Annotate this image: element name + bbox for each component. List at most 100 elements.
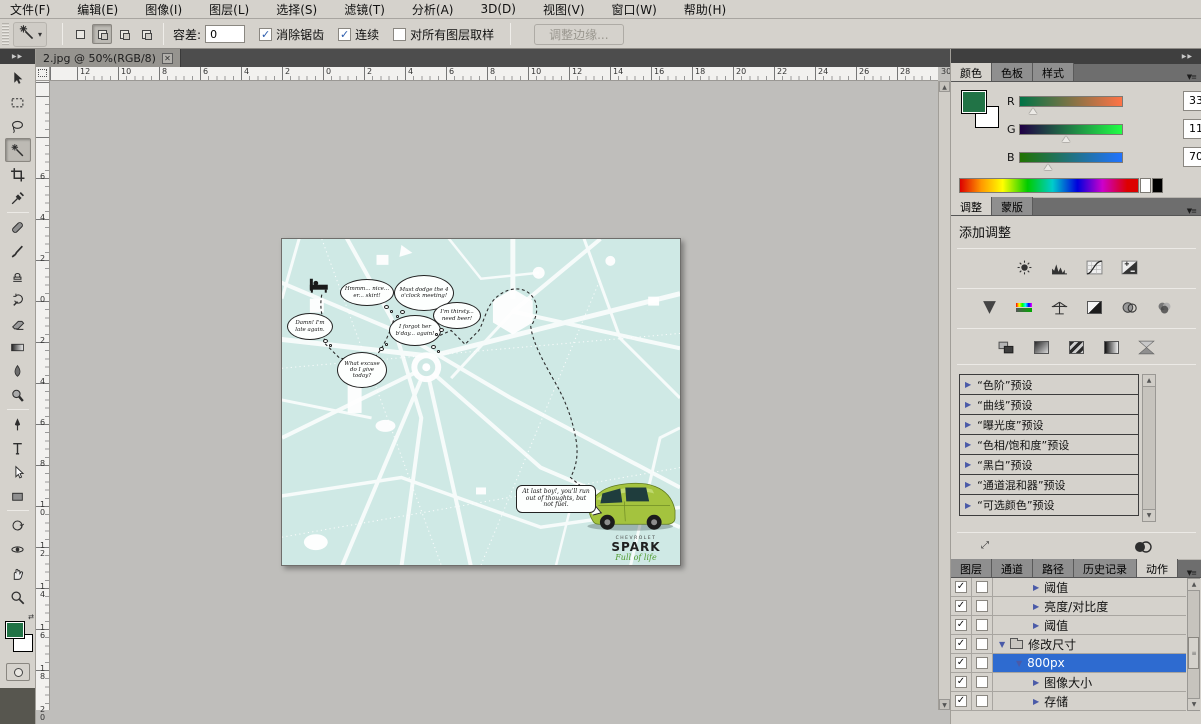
gradient-tool[interactable] bbox=[5, 335, 31, 359]
refine-edge-button[interactable]: 调整边缘... bbox=[534, 24, 623, 45]
dialog-toggle-cell[interactable] bbox=[972, 635, 993, 653]
scroll-up-icon[interactable]: ▲ bbox=[1143, 375, 1155, 387]
dock-collapse-header[interactable]: ▶▶ bbox=[951, 49, 1201, 64]
zoom-tool[interactable] bbox=[5, 585, 31, 609]
eyedropper-tool[interactable] bbox=[5, 186, 31, 210]
rotate-3d-tool[interactable] bbox=[5, 513, 31, 537]
scroll-up-icon[interactable]: ▲ bbox=[1188, 579, 1200, 591]
expand-panel-icon[interactable]: ⤢ bbox=[981, 540, 989, 551]
action-row-4[interactable]: ✓▼800px bbox=[951, 654, 1186, 673]
expand-triangle-icon[interactable]: ▶ bbox=[965, 420, 971, 429]
g-slider[interactable] bbox=[1019, 124, 1123, 135]
dialog-toggle-cell[interactable] bbox=[972, 673, 993, 691]
foreground-color-swatch[interactable] bbox=[961, 90, 987, 114]
add-to-selection-button[interactable] bbox=[92, 24, 112, 44]
toggle-item-cell[interactable]: ✓ bbox=[951, 597, 972, 615]
color-balance-adjustment-button[interactable] bbox=[1045, 296, 1073, 318]
collapse-triangle-icon[interactable]: ▼ bbox=[1016, 659, 1022, 668]
brush-tool[interactable] bbox=[5, 239, 31, 263]
action-row-1[interactable]: ✓ ▶亮度/对比度 bbox=[951, 597, 1186, 616]
options-bar-grip[interactable] bbox=[2, 23, 9, 45]
subtract-from-selection-button[interactable] bbox=[114, 24, 134, 44]
quick-mask-button[interactable] bbox=[6, 663, 30, 681]
dialog-check-empty[interactable] bbox=[976, 676, 988, 688]
type-tool[interactable] bbox=[5, 436, 31, 460]
eraser-tool[interactable] bbox=[5, 311, 31, 335]
expand-triangle-icon[interactable]: ▶ bbox=[1033, 602, 1039, 611]
posterize-adjustment-button[interactable] bbox=[1028, 336, 1056, 358]
action-row-0[interactable]: ✓ ▶阈值 bbox=[951, 578, 1186, 597]
dialog-check-empty[interactable] bbox=[976, 619, 988, 631]
action-row-body[interactable]: ▶亮度/对比度 bbox=[993, 597, 1186, 615]
invert-adjustment-button[interactable] bbox=[993, 336, 1021, 358]
intersect-with-selection-button[interactable] bbox=[136, 24, 156, 44]
expand-triangle-icon[interactable]: ▶ bbox=[965, 400, 971, 409]
menu-item-1[interactable]: 编辑(E) bbox=[77, 1, 118, 18]
action-row-2[interactable]: ✓ ▶阈值 bbox=[951, 616, 1186, 635]
clone-stamp-tool[interactable] bbox=[5, 263, 31, 287]
toggle-item-cell[interactable]: ✓ bbox=[951, 673, 972, 691]
action-row-body[interactable]: ▶阈值 bbox=[993, 616, 1186, 634]
actions-scrollbar[interactable]: ▲ ≡ ▼ bbox=[1187, 578, 1200, 711]
panel-menu-icon[interactable]: ▼≡ bbox=[1187, 70, 1201, 81]
blur-tool[interactable] bbox=[5, 359, 31, 383]
preset-row-5[interactable]: ▶“通道混和器”预设 bbox=[960, 475, 1138, 495]
action-row-body[interactable]: ▶存储 bbox=[993, 692, 1186, 710]
scrollbar-thumb[interactable]: ≡ bbox=[1188, 637, 1199, 669]
bottom-tab-动作[interactable]: 动作 bbox=[1137, 559, 1178, 577]
bottom-tab-通道[interactable]: 通道 bbox=[992, 559, 1033, 577]
document-tab[interactable]: 2.jpg @ 50%(RGB/8) ✕ bbox=[36, 49, 181, 67]
panel-menu-icon[interactable]: ▼≡ bbox=[1187, 566, 1201, 577]
adjust-tab-蒙版[interactable]: 蒙版 bbox=[992, 197, 1033, 215]
expand-triangle-icon[interactable]: ▶ bbox=[965, 380, 971, 389]
rect-marquee-tool[interactable] bbox=[5, 90, 31, 114]
levels-adjustment-button[interactable] bbox=[1045, 256, 1073, 278]
b-value-input[interactable]: 70 bbox=[1183, 147, 1201, 167]
menu-item-10[interactable]: 帮助(H) bbox=[684, 1, 726, 18]
action-row-body[interactable]: ▶阈值 bbox=[993, 578, 1186, 596]
scroll-down-icon[interactable]: ▼ bbox=[939, 699, 950, 710]
action-row-body[interactable]: ▶图像大小 bbox=[993, 673, 1186, 691]
foreground-color-swatch[interactable] bbox=[5, 621, 25, 639]
scroll-down-icon[interactable]: ▼ bbox=[1143, 509, 1155, 521]
hand-tool[interactable] bbox=[5, 561, 31, 585]
menu-item-9[interactable]: 窗口(W) bbox=[612, 1, 657, 18]
clip-to-layer-icon[interactable] bbox=[1134, 538, 1152, 557]
bottom-tab-路径[interactable]: 路径 bbox=[1033, 559, 1074, 577]
dialog-toggle-cell[interactable] bbox=[972, 597, 993, 615]
brightness-contrast-adjustment-button[interactable] bbox=[1010, 256, 1038, 278]
shape-tool[interactable] bbox=[5, 484, 31, 508]
menu-item-7[interactable]: 3D(D) bbox=[480, 2, 515, 16]
bottom-tab-图层[interactable]: 图层 bbox=[951, 559, 992, 577]
tools-collapse-header[interactable]: ▶▶ bbox=[0, 49, 35, 64]
photo-filter-adjustment-button[interactable] bbox=[1115, 296, 1143, 318]
channel-mixer-adjustment-button[interactable] bbox=[1150, 296, 1178, 318]
dialog-check-empty[interactable] bbox=[976, 600, 988, 612]
preset-row-4[interactable]: ▶“黑白”预设 bbox=[960, 455, 1138, 475]
preset-row-0[interactable]: ▶“色阶”预设 bbox=[960, 375, 1138, 395]
expand-triangle-icon[interactable]: ▶ bbox=[1033, 583, 1039, 592]
collapse-triangle-icon[interactable]: ▼ bbox=[999, 640, 1005, 649]
document-image[interactable]: Hmmm... nice... er... skirt!Must dodge t… bbox=[281, 238, 681, 566]
vibrance-adjustment-button[interactable] bbox=[975, 296, 1003, 318]
preset-row-2[interactable]: ▶“曝光度”预设 bbox=[960, 415, 1138, 435]
toggle-item-cell[interactable]: ✓ bbox=[951, 692, 972, 710]
item-check-icon[interactable]: ✓ bbox=[955, 638, 967, 650]
slider-thumb[interactable] bbox=[1044, 164, 1052, 170]
expand-triangle-icon[interactable]: ▶ bbox=[965, 440, 971, 449]
close-tab-icon[interactable]: ✕ bbox=[162, 53, 173, 64]
expand-triangle-icon[interactable]: ▶ bbox=[965, 460, 971, 469]
expand-triangle-icon[interactable]: ▶ bbox=[1033, 678, 1039, 687]
item-check-icon[interactable]: ✓ bbox=[955, 619, 967, 631]
menu-item-0[interactable]: 文件(F) bbox=[10, 1, 50, 18]
path-select-tool[interactable] bbox=[5, 460, 31, 484]
option-checkbox-2[interactable]: 对所有图层取样 bbox=[393, 26, 494, 43]
dialog-toggle-cell[interactable] bbox=[972, 692, 993, 710]
dialog-check-empty[interactable] bbox=[976, 638, 988, 650]
action-row-5[interactable]: ✓ ▶图像大小 bbox=[951, 673, 1186, 692]
item-check-icon[interactable]: ✓ bbox=[955, 581, 967, 593]
r-value-input[interactable]: 33 bbox=[1183, 91, 1201, 111]
menu-item-4[interactable]: 选择(S) bbox=[276, 1, 317, 18]
menu-item-6[interactable]: 分析(A) bbox=[412, 1, 454, 18]
action-row-selected[interactable]: ▼800px bbox=[993, 654, 1186, 672]
